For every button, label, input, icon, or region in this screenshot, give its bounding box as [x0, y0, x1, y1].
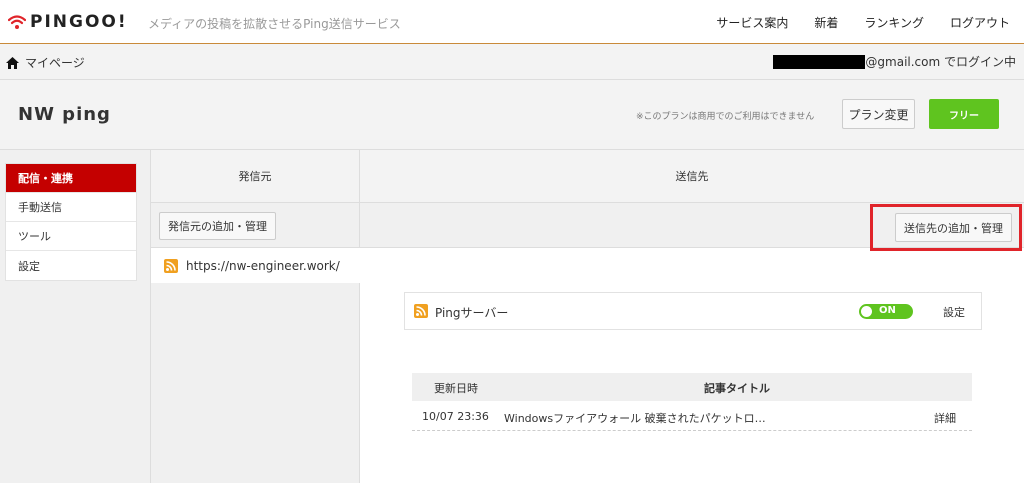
logo[interactable]: PINGOO!: [8, 12, 128, 32]
wifi-icon: [8, 15, 26, 29]
home-icon: [6, 56, 19, 69]
source-header: 発信元: [151, 150, 359, 203]
ping-toggle[interactable]: ON: [859, 304, 913, 319]
destination-toolbar: 送信先の追加・管理: [360, 203, 1024, 248]
add-destination-button[interactable]: 送信先の追加・管理: [895, 213, 1012, 242]
source-site-url: https://nw-engineer.work/: [186, 258, 340, 273]
toggle-label: ON: [879, 305, 896, 316]
nav-ranking[interactable]: ランキング: [864, 14, 924, 31]
main-nav: サービス案内 新着 ランキング ログアウト: [690, 14, 1010, 31]
sidebar-item-manual-send[interactable]: 手動送信: [6, 193, 136, 222]
destination-column: 送信先 送信先の追加・管理 Pingサーバー ON 設定 更新日時 記事タイトル…: [360, 150, 1024, 483]
history-table: 更新日時 記事タイトル 10/07 23:36 Windowsファイアウォール …: [412, 373, 972, 431]
row-detail-link[interactable]: 詳細: [934, 410, 956, 426]
column-updated-at: 更新日時: [434, 382, 478, 395]
logo-text: PINGOO!: [30, 12, 128, 32]
top-header: PINGOO! メディアの投稿を拡散させるPing送信サービス サービス案内 新…: [0, 0, 1024, 44]
tagline: メディアの投稿を拡散させるPing送信サービス: [148, 17, 401, 31]
nav-logout[interactable]: ログアウト: [950, 14, 1010, 31]
sidebar-item-tools[interactable]: ツール: [6, 222, 136, 251]
plan-change-button[interactable]: プラン変更: [842, 99, 915, 129]
plan-free-button[interactable]: フリー: [929, 99, 999, 129]
rss-icon: [164, 258, 178, 273]
plan-note: ※このプランは商用でのご利用はできません: [636, 112, 815, 122]
toggle-knob: [861, 306, 872, 317]
redacted-email: [773, 54, 866, 69]
nav-service-guide[interactable]: サービス案内: [716, 14, 788, 31]
column-article-title: 記事タイトル: [704, 382, 770, 395]
ping-server-row: Pingサーバー ON 設定: [404, 292, 982, 330]
sidebar-item-settings[interactable]: 設定: [6, 251, 136, 280]
table-row: 10/07 23:36 Windowsファイアウォール 破棄されたパケットロ… …: [412, 401, 972, 431]
rss-icon: [414, 304, 428, 318]
source-site-item[interactable]: https://nw-engineer.work/: [151, 248, 361, 283]
title-row: NW ping ※このプランは商用でのご利用はできません プラン変更 フリー: [0, 80, 1024, 150]
sidebar: 配信・連携 手動送信 ツール 設定: [0, 150, 150, 483]
breadcrumb-mypage: マイページ: [25, 56, 85, 70]
source-toolbar: 発信元の追加・管理: [151, 203, 359, 248]
nav-new[interactable]: 新着: [814, 14, 838, 31]
breadcrumb-bar: マイページ @gmail.com でログイン中: [0, 44, 1024, 80]
destination-header: 送信先: [360, 150, 1024, 203]
sidebar-item-distribution[interactable]: 配信・連携: [6, 164, 136, 193]
ping-settings-link[interactable]: 設定: [943, 304, 965, 320]
add-source-button[interactable]: 発信元の追加・管理: [159, 212, 276, 240]
page-title: NW ping: [18, 104, 111, 125]
row-datetime: 10/07 23:36: [422, 410, 489, 423]
login-status-text: @gmail.com でログイン中: [865, 55, 1016, 69]
sidebar-menu: 配信・連携 手動送信 ツール 設定: [5, 163, 137, 281]
breadcrumb[interactable]: マイページ: [6, 54, 85, 71]
table-header: 更新日時 記事タイトル: [412, 373, 972, 401]
source-column: 発信元 発信元の追加・管理 https://nw-engineer.work/: [150, 150, 361, 483]
login-status: @gmail.com でログイン中: [773, 53, 1016, 70]
ping-server-label: Pingサーバー: [435, 306, 509, 320]
row-title: Windowsファイアウォール 破棄されたパケットロ…: [504, 412, 766, 425]
